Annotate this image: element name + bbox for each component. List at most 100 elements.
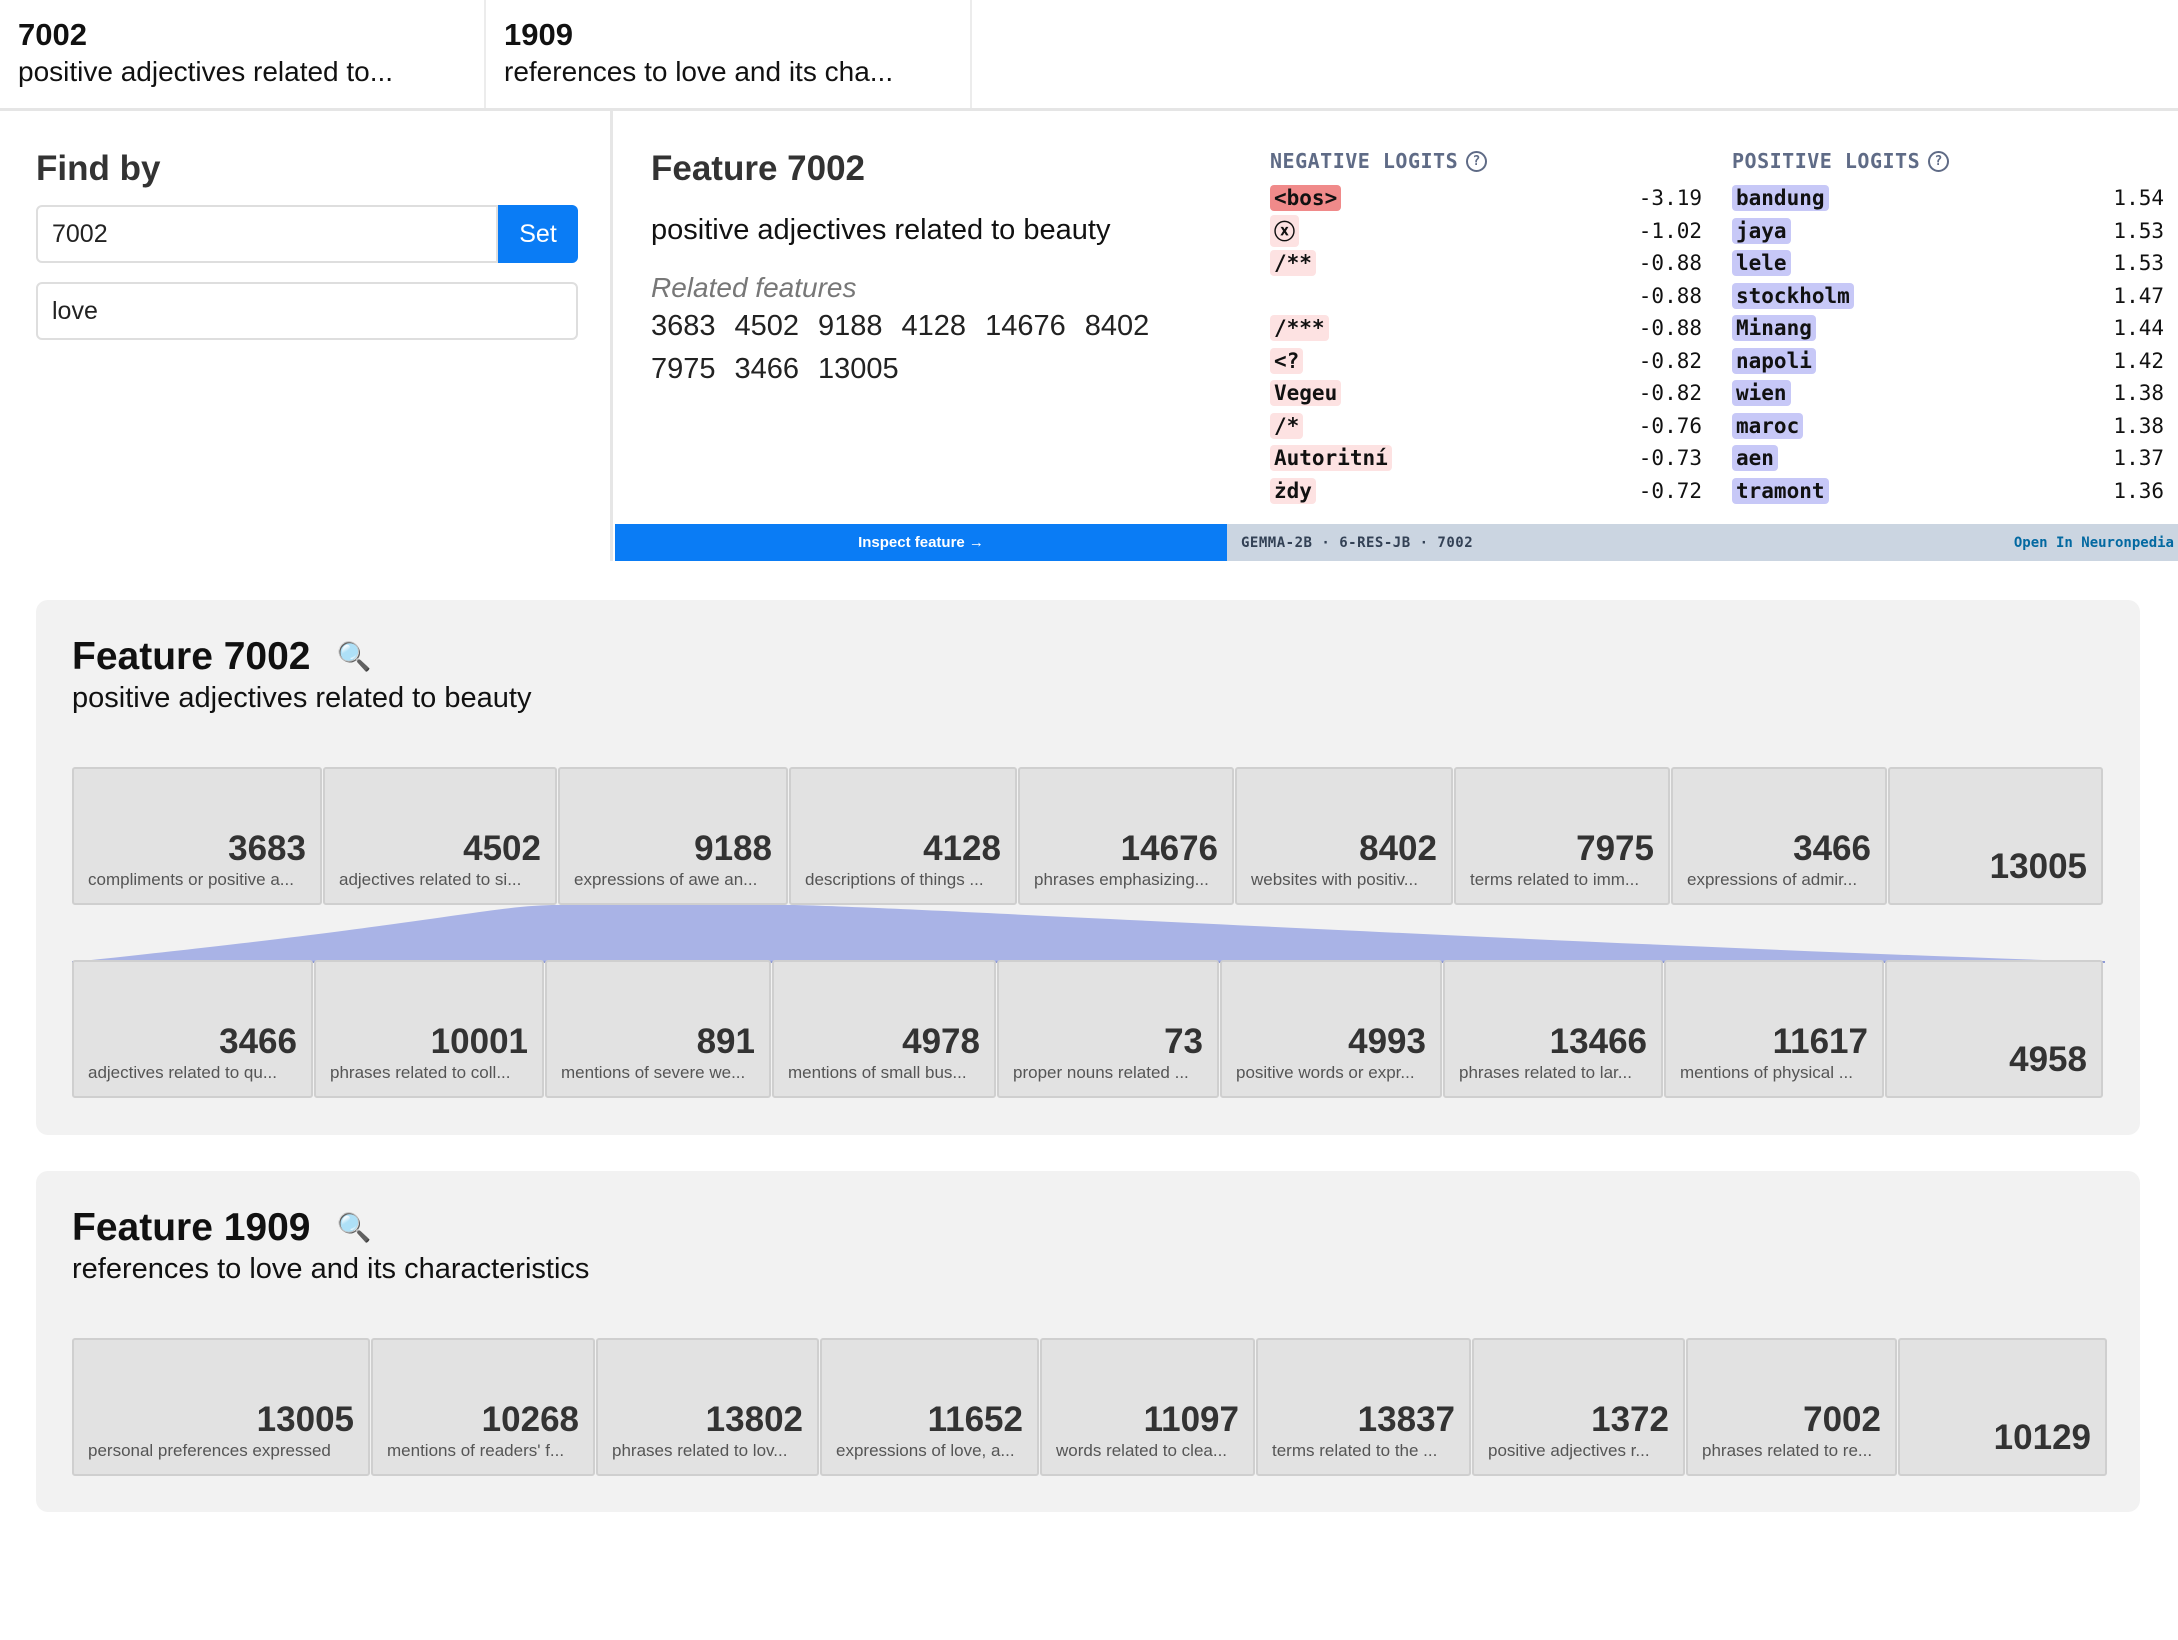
related-feature-link[interactable]: 3466 bbox=[735, 348, 800, 391]
feature-box[interactable]: 4128 descriptions of things ... bbox=[789, 767, 1017, 905]
feature-box[interactable]: 10268 mentions of readers' f... bbox=[371, 1338, 595, 1476]
help-icon[interactable]: ? bbox=[1928, 150, 1950, 172]
related-feature-link[interactable]: 9188 bbox=[818, 305, 883, 348]
feature-box[interactable]: 4958 bbox=[1885, 960, 2103, 1098]
feature-id: 1372 bbox=[1591, 1400, 1669, 1439]
feature-label: mentions of severe we... bbox=[561, 1063, 746, 1082]
logit-value: -0.72 bbox=[1638, 478, 1702, 503]
feature-box[interactable]: 7975 terms related to imm... bbox=[1454, 767, 1670, 905]
find-panel: Find by 7002 Set love bbox=[0, 111, 613, 561]
logit-token: /*** bbox=[1270, 315, 1329, 342]
tab-feature-7002[interactable]: 7002 positive adjectives related to... bbox=[0, 0, 486, 108]
related-feature-link[interactable]: 4502 bbox=[735, 305, 800, 348]
card-title-text: Feature 1909 bbox=[72, 1206, 311, 1249]
feature-box[interactable]: 13466 phrases related to lar... bbox=[1443, 960, 1663, 1098]
related-feature-link[interactable]: 13005 bbox=[818, 348, 899, 391]
feature-box[interactable]: 7002 phrases related to re... bbox=[1686, 1338, 1897, 1476]
feature-label: positive adjectives r... bbox=[1488, 1441, 1650, 1460]
logit-row: stockholm 1.47 bbox=[1732, 280, 2164, 313]
feature-label: adjectives related to qu... bbox=[88, 1063, 278, 1082]
logit-token: tramont bbox=[1732, 477, 1829, 504]
positive-logits-title: POSITIVE LOGITS? bbox=[1732, 146, 2164, 176]
feature-box[interactable]: 13005 personal preferences expressed bbox=[72, 1338, 370, 1476]
feature-id: 8402 bbox=[1359, 829, 1437, 868]
feature-id: 3683 bbox=[228, 829, 306, 868]
logit-row: <bos> -3.19 bbox=[1270, 182, 1702, 215]
magnifier-icon[interactable]: 🔍 bbox=[336, 634, 371, 680]
logit-value: -0.76 bbox=[1638, 413, 1702, 438]
feature-label: compliments or positive a... bbox=[88, 870, 294, 889]
feature-box[interactable]: 13837 terms related to the ... bbox=[1256, 1338, 1471, 1476]
set-button[interactable]: Set bbox=[498, 205, 578, 263]
tab-feature-1909[interactable]: 1909 references to love and its cha... bbox=[486, 0, 972, 108]
logit-token: /* bbox=[1270, 412, 1304, 439]
feature-box[interactable]: 3466 adjectives related to qu... bbox=[72, 960, 313, 1098]
feature-box[interactable]: 10129 bbox=[1898, 1338, 2107, 1476]
feature-label: phrases emphasizing... bbox=[1034, 870, 1209, 889]
related-feature-link[interactable]: 3683 bbox=[651, 305, 716, 348]
open-in-neuronpedia-link[interactable]: Open In Neuronpedia bbox=[2014, 535, 2174, 551]
feature-box[interactable]: 9188 expressions of awe an... bbox=[558, 767, 788, 905]
tab-description: positive adjectives related to... bbox=[18, 56, 394, 87]
feature-id-input[interactable]: 7002 bbox=[36, 205, 498, 263]
feature-box[interactable]: 11097 words related to clea... bbox=[1040, 1338, 1255, 1476]
tab-description: references to love and its cha... bbox=[504, 56, 894, 87]
related-features-list: 3683 4502 9188 4128 14676 8402 7975 3466… bbox=[651, 305, 1211, 391]
feature-box[interactable]: 14676 phrases emphasizing... bbox=[1018, 767, 1234, 905]
feature-label: phrases related to coll... bbox=[330, 1063, 511, 1082]
feature-box[interactable]: 4978 mentions of small bus... bbox=[772, 960, 996, 1098]
logit-row: -0.88 bbox=[1270, 280, 1702, 313]
magnifier-icon[interactable]: 🔍 bbox=[336, 1205, 371, 1251]
feature-box[interactable]: 4502 adjectives related to si... bbox=[323, 767, 557, 905]
negative-logits-title: NEGATIVE LOGITS? bbox=[1270, 146, 1702, 176]
logit-value: 1.44 bbox=[2113, 316, 2164, 341]
feature-title: Feature 7002 bbox=[651, 149, 866, 188]
logit-token: wien bbox=[1732, 380, 1791, 407]
logit-value: -0.88 bbox=[1638, 283, 1702, 308]
feature-description: positive adjectives related to beauty bbox=[651, 214, 1111, 246]
feature-id: 4993 bbox=[1348, 1022, 1426, 1061]
logit-token: /** bbox=[1270, 250, 1316, 277]
feature-tabs: 7002 positive adjectives related to... 1… bbox=[0, 0, 2178, 111]
logit-value: 1.42 bbox=[2113, 348, 2164, 373]
logit-value: 1.54 bbox=[2113, 186, 2164, 211]
logit-value: 1.53 bbox=[2113, 251, 2164, 276]
related-feature-link[interactable]: 14676 bbox=[985, 305, 1066, 348]
feature-box[interactable]: 13802 phrases related to lov... bbox=[596, 1338, 819, 1476]
logit-value: -3.19 bbox=[1638, 186, 1702, 211]
feature-box[interactable]: 13005 bbox=[1888, 767, 2103, 905]
feature-box[interactable]: 3466 expressions of admir... bbox=[1671, 767, 1887, 905]
inspect-feature-button[interactable]: Inspect feature → bbox=[615, 524, 1227, 561]
logit-row: /** -0.88 bbox=[1270, 247, 1702, 280]
feature-id: 7975 bbox=[1576, 829, 1654, 868]
feature-box[interactable]: 11617 mentions of physical ... bbox=[1664, 960, 1884, 1098]
feature-label: positive words or expr... bbox=[1236, 1063, 1415, 1082]
logit-row: Minang 1.44 bbox=[1732, 312, 2164, 345]
logit-row: Vegeu -0.82 bbox=[1270, 377, 1702, 410]
related-feature-link[interactable]: 7975 bbox=[651, 348, 716, 391]
feature-label: personal preferences expressed bbox=[88, 1441, 331, 1460]
feature-box[interactable]: 4993 positive words or expr... bbox=[1220, 960, 1442, 1098]
feature-box[interactable]: 1372 positive adjectives r... bbox=[1472, 1338, 1685, 1476]
search-input[interactable]: love bbox=[36, 282, 578, 340]
feature-box[interactable]: 11652 expressions of love, a... bbox=[820, 1338, 1039, 1476]
help-icon[interactable]: ? bbox=[1466, 150, 1488, 172]
related-feature-link[interactable]: 4128 bbox=[902, 305, 967, 348]
card-description: references to love and its characteristi… bbox=[72, 1253, 590, 1285]
logit-token: jaya bbox=[1732, 217, 1791, 244]
logit-token: lele bbox=[1732, 250, 1791, 277]
feature-id: 13005 bbox=[256, 1400, 354, 1439]
logit-value: -0.88 bbox=[1638, 316, 1702, 341]
related-feature-link[interactable]: 8402 bbox=[1085, 305, 1150, 348]
feature-id: 7002 bbox=[1803, 1400, 1881, 1439]
feature-box[interactable]: 3683 compliments or positive a... bbox=[72, 767, 322, 905]
feature-box[interactable]: 8402 websites with positiv... bbox=[1235, 767, 1453, 905]
feature-id: 13005 bbox=[1989, 847, 2087, 886]
feature-box[interactable]: 73 proper nouns related ... bbox=[997, 960, 1219, 1098]
logit-value: 1.53 bbox=[2113, 218, 2164, 243]
feature-card-7002: Feature 7002 🔍 positive adjectives relate… bbox=[36, 600, 2140, 1135]
feature-box[interactable]: 891 mentions of severe we... bbox=[545, 960, 771, 1098]
feature-label: phrases related to lar... bbox=[1459, 1063, 1632, 1082]
feature-box[interactable]: 10001 phrases related to coll... bbox=[314, 960, 544, 1098]
logit-token: Minang bbox=[1732, 315, 1816, 342]
